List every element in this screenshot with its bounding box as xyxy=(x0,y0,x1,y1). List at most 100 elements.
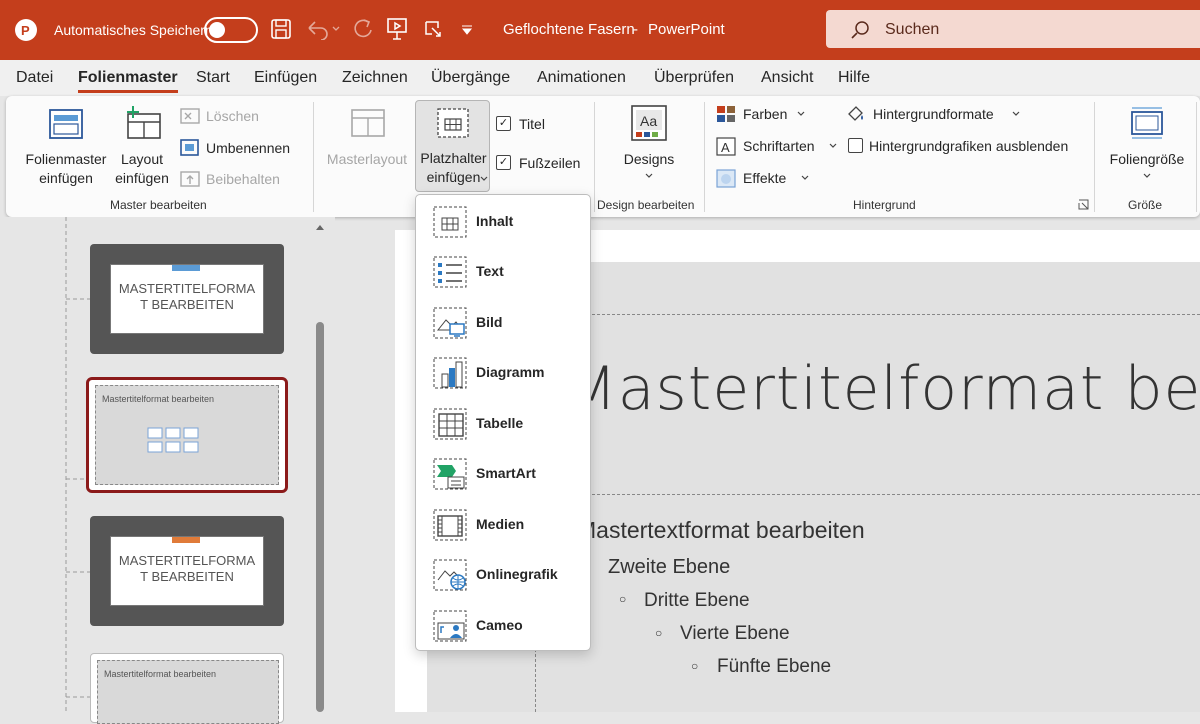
autosave-label: Automatisches Speichern xyxy=(54,22,213,38)
tab-einfuegen[interactable]: Einfügen xyxy=(254,69,317,87)
menu-item-smartart[interactable]: SmartArt xyxy=(416,449,590,499)
designs-button[interactable]: Aa Designs xyxy=(604,100,694,192)
chevron-down-icon xyxy=(829,143,837,148)
designs-label: Designs xyxy=(623,151,675,167)
background-formats-dropdown[interactable]: Hintergrundformate xyxy=(846,104,1026,126)
preserve-button[interactable]: Beibehalten xyxy=(180,169,300,191)
slide-master-icon xyxy=(49,109,83,139)
footer-checkbox[interactable]: ✓ Fußzeilen xyxy=(496,153,586,175)
checkbox-box xyxy=(848,138,863,153)
menu-item-label: Inhalt xyxy=(476,213,514,229)
slide-title-placeholder[interactable]: Mastertitelformat bea xyxy=(565,354,1200,424)
body-level-3[interactable]: Dritte Ebene xyxy=(644,590,750,612)
cameo-placeholder-icon xyxy=(433,610,467,642)
slide-thumbnail-4[interactable]: Mastertitelformat bearbeiten xyxy=(90,653,284,724)
menu-item-cameo[interactable]: Cameo xyxy=(416,601,590,651)
slide-size-icon xyxy=(1131,107,1163,139)
bullet-icon: ○ xyxy=(619,592,627,606)
preserve-label: Beibehalten xyxy=(206,171,280,187)
undo-icon[interactable] xyxy=(305,18,341,40)
effects-icon xyxy=(716,169,736,188)
tab-datei[interactable]: Datei xyxy=(16,69,53,87)
dialog-launcher-icon[interactable] xyxy=(1078,199,1089,210)
menu-item-label: Bild xyxy=(476,314,503,330)
delete-button[interactable]: Löschen xyxy=(180,106,300,128)
fonts-dropdown[interactable]: A Schriftarten xyxy=(716,136,841,158)
menu-item-label: Text xyxy=(476,263,504,279)
effects-label: Effekte xyxy=(743,170,787,186)
insert-placeholder-dropdown: Inhalt Text Bild Diagramm Tabelle SmartA… xyxy=(415,194,591,651)
slide-thumbnail-1[interactable]: MASTERTITELFORMA T BEARBEITEN xyxy=(90,244,284,354)
online-picture-placeholder-icon xyxy=(433,559,467,591)
svg-text:A: A xyxy=(721,140,730,155)
scroll-up-icon[interactable] xyxy=(315,223,325,231)
insert-layout-button[interactable]: Layout einfügen xyxy=(112,100,172,192)
text-placeholder-icon xyxy=(433,256,467,288)
menu-item-onlinegrafik[interactable]: Onlinegrafik xyxy=(416,550,590,600)
insert-layout-label-1: Layout xyxy=(120,151,164,167)
tab-folienmaster[interactable]: Folienmaster xyxy=(78,69,178,93)
thumbnail-scrollbar[interactable] xyxy=(312,217,328,712)
search-placeholder: Suchen xyxy=(885,21,940,38)
save-icon[interactable] xyxy=(270,18,292,40)
body-level-1[interactable]: Mastertextformat bearbeiten xyxy=(577,517,865,544)
tab-uebergaenge[interactable]: Übergänge xyxy=(431,69,510,87)
master-layout-label: Masterlayout xyxy=(326,151,408,167)
colors-icon xyxy=(717,106,735,122)
slide-thumbnail-2-selected[interactable]: Mastertitelformat bearbeiten xyxy=(86,377,288,493)
chevron-down-icon xyxy=(645,173,653,178)
rename-button[interactable]: Umbenennen xyxy=(180,138,300,160)
tab-hilfe[interactable]: Hilfe xyxy=(838,69,870,87)
checkmark-icon: ✓ xyxy=(496,155,511,170)
title-bar: P Automatisches Speichern Geflochtene Fa… xyxy=(0,0,1200,60)
menu-item-bild[interactable]: Bild xyxy=(416,298,590,348)
colors-dropdown[interactable]: Farben xyxy=(716,104,826,126)
customize-toolbar-icon[interactable] xyxy=(460,24,474,36)
menu-item-inhalt[interactable]: Inhalt xyxy=(416,197,590,247)
title-checkbox[interactable]: ✓ Titel xyxy=(496,114,576,136)
slide-thumbnail-3[interactable]: MASTERTITELFORMA T BEARBEITEN xyxy=(90,516,284,626)
body-level-2[interactable]: Zweite Ebene xyxy=(608,556,730,579)
insert-layout-label-2: einfügen xyxy=(115,170,169,186)
slide-size-button[interactable]: Foliengröße xyxy=(1102,100,1192,192)
menu-item-tabelle[interactable]: Tabelle xyxy=(416,399,590,449)
menu-item-label: Diagramm xyxy=(476,364,545,380)
thumbnail-title: MASTERTITELFORMA T BEARBEITEN xyxy=(110,264,264,334)
group-master-bearbeiten: Master bearbeiten xyxy=(110,198,207,212)
effects-dropdown[interactable]: Effekte xyxy=(716,168,826,190)
hide-background-graphics-checkbox[interactable]: Hintergrundgrafiken ausblenden xyxy=(846,136,1086,158)
scrollbar-thumb[interactable] xyxy=(316,322,324,712)
rename-label: Umbenennen xyxy=(206,140,291,156)
redo-icon[interactable] xyxy=(352,18,374,40)
tab-ueberpruefen[interactable]: Überprüfen xyxy=(654,69,734,87)
body-level-5[interactable]: Fünfte Ebene xyxy=(717,656,831,678)
tab-zeichnen[interactable]: Zeichnen xyxy=(342,69,408,87)
powerpoint-logo-icon: P xyxy=(15,19,37,41)
menu-item-medien[interactable]: Medien xyxy=(416,500,590,550)
insert-master-label-1: Folienmaster xyxy=(25,151,107,167)
insert-slide-master-button[interactable]: Folienmaster einfügen xyxy=(16,100,116,192)
tab-ansicht[interactable]: Ansicht xyxy=(761,69,813,87)
menu-item-text[interactable]: Text xyxy=(416,247,590,297)
fonts-label: Schriftarten xyxy=(743,138,815,154)
master-layout-button[interactable]: Masterlayout xyxy=(322,100,412,192)
document-title: Geflochtene Fasern xyxy=(503,21,635,38)
tab-start[interactable]: Start xyxy=(196,69,230,87)
group-design-bearbeiten: Design bearbeiten xyxy=(597,198,695,212)
chart-placeholder-icon xyxy=(433,357,467,389)
svg-text:Aa: Aa xyxy=(640,113,657,129)
touch-mode-icon[interactable] xyxy=(422,18,444,40)
autosave-toggle[interactable] xyxy=(204,17,258,43)
menu-item-diagramm[interactable]: Diagramm xyxy=(416,348,590,398)
tab-animationen[interactable]: Animationen xyxy=(537,69,626,87)
body-level-4[interactable]: Vierte Ebene xyxy=(680,623,790,645)
group-groesse: Größe xyxy=(1128,198,1163,212)
insert-placeholder-button[interactable]: Platzhalter einfügen xyxy=(415,100,490,192)
toggle-knob xyxy=(209,22,225,38)
chevron-down-icon xyxy=(1143,173,1151,178)
search-box[interactable]: Suchen xyxy=(826,10,1200,48)
ribbon-separator xyxy=(704,102,705,212)
present-icon[interactable] xyxy=(386,17,408,41)
fonts-icon: A xyxy=(716,137,736,156)
bullet-icon: ○ xyxy=(691,659,699,673)
